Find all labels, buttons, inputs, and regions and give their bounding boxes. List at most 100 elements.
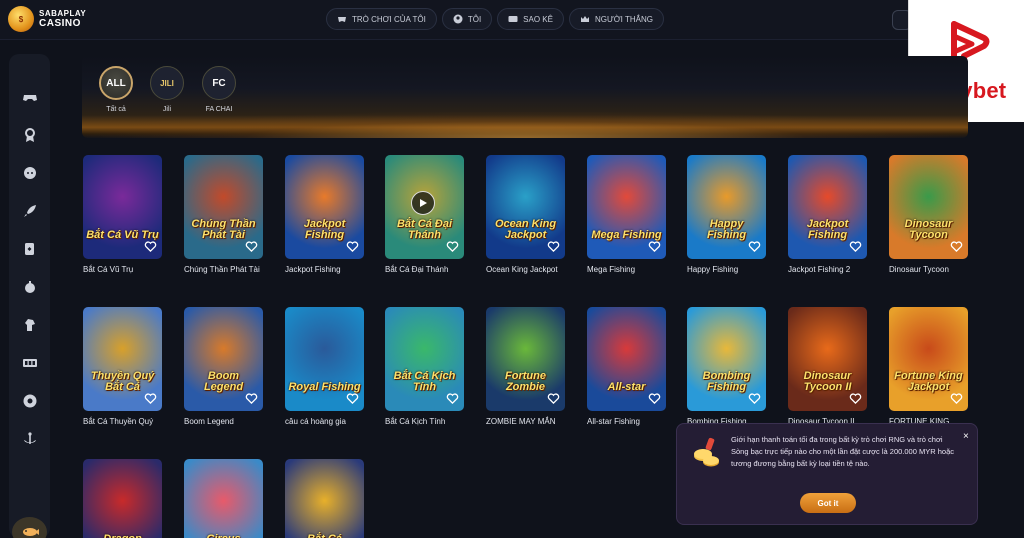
user-icon bbox=[453, 14, 463, 24]
nav-winners[interactable]: Người thắng bbox=[568, 8, 664, 30]
game-card[interactable]: Bắt Cá Kịch Tính bbox=[385, 307, 464, 411]
sidebar-item-racing[interactable] bbox=[9, 307, 50, 343]
game-thumbnail bbox=[184, 459, 263, 538]
game-card[interactable]: Jackpot Fishing bbox=[788, 155, 867, 259]
sidebar bbox=[9, 54, 50, 538]
rocket-icon bbox=[23, 205, 36, 217]
game-name[interactable]: Mega Fishing bbox=[587, 264, 683, 276]
game-art-title: Happy Fishing bbox=[706, 218, 747, 241]
cards-icon bbox=[24, 243, 34, 255]
game-name[interactable]: Jackpot Fishing bbox=[285, 264, 381, 276]
favorite-heart-icon[interactable] bbox=[648, 392, 661, 405]
game-card[interactable]: Bắt Cá Vũ Trụ bbox=[83, 155, 162, 259]
game-name[interactable]: Dinosaur Tycoon bbox=[889, 264, 985, 276]
favorite-heart-icon[interactable] bbox=[446, 240, 459, 253]
favorite-heart-icon[interactable] bbox=[950, 240, 963, 253]
favorite-heart-icon[interactable] bbox=[144, 392, 157, 405]
favorite-heart-icon[interactable] bbox=[245, 392, 258, 405]
favorite-heart-icon[interactable] bbox=[748, 392, 761, 405]
sidebar-item-lottery[interactable] bbox=[9, 383, 50, 419]
game-art-title: Bombing Fishing bbox=[702, 370, 751, 393]
favorite-heart-icon[interactable] bbox=[245, 240, 258, 253]
sidebar-item-cards[interactable] bbox=[9, 231, 50, 267]
game-card[interactable]: Ocean King Jackpot bbox=[486, 155, 565, 259]
game-card[interactable]: Circus bbox=[184, 459, 263, 538]
sidebar-item-mines[interactable] bbox=[9, 269, 50, 305]
game-art-title: Dinosaur Tycoon bbox=[904, 218, 953, 241]
filter-bar-glow bbox=[82, 112, 968, 138]
game-name[interactable]: All-star Fishing bbox=[587, 416, 683, 428]
horse-icon bbox=[24, 319, 35, 331]
game-card[interactable]: Chúng Thần Phát Tài bbox=[184, 155, 263, 259]
game-name[interactable]: Bắt Cá Vũ Trụ bbox=[83, 264, 179, 276]
game-card[interactable]: Dinosaur Tycoon II bbox=[788, 307, 867, 411]
gamepad-heart-icon bbox=[338, 17, 346, 22]
game-name[interactable]: Boom Legend bbox=[184, 416, 280, 428]
game-card[interactable]: Jackpot Fishing bbox=[285, 155, 364, 259]
nav-my-games[interactable]: Trò chơi của tôi bbox=[326, 8, 437, 30]
sidebar-item-fishing-all[interactable] bbox=[9, 421, 50, 457]
favorite-heart-icon[interactable] bbox=[144, 240, 157, 253]
game-card[interactable]: Fortune King Jackpot bbox=[889, 307, 968, 411]
favorite-heart-icon[interactable] bbox=[849, 240, 862, 253]
game-card[interactable]: Dinosaur Tycoon bbox=[889, 155, 968, 259]
favorite-heart-icon[interactable] bbox=[547, 392, 560, 405]
game-name[interactable]: Bắt Cá Kịch Tính bbox=[385, 416, 481, 428]
game-art-title: Thuyền Quý Bắt Cá bbox=[90, 370, 155, 393]
game-name[interactable]: Jackpot Fishing 2 bbox=[788, 264, 884, 276]
game-card[interactable]: Bombing Fishing bbox=[687, 307, 766, 411]
filter-all[interactable]: ALL Tất cả bbox=[96, 66, 136, 113]
sidebar-item-live[interactable] bbox=[9, 155, 50, 191]
sidebar-item-slots[interactable] bbox=[9, 345, 50, 381]
nav-me[interactable]: Tôi bbox=[441, 8, 493, 30]
game-card[interactable]: Happy Fishing bbox=[687, 155, 766, 259]
game-card[interactable]: Fortune Zombie bbox=[486, 307, 565, 411]
game-card[interactable]: Royal Fishing bbox=[285, 307, 364, 411]
favorite-heart-icon[interactable] bbox=[950, 392, 963, 405]
notice-close-button[interactable]: × bbox=[963, 432, 969, 442]
favorite-heart-icon[interactable] bbox=[346, 392, 359, 405]
game-art-title: Dragon bbox=[86, 534, 159, 538]
got-it-button[interactable]: Got it bbox=[800, 493, 856, 513]
favorite-heart-icon[interactable] bbox=[748, 240, 761, 253]
filter-jili-label: Jili bbox=[162, 106, 172, 113]
game-card[interactable]: All-star bbox=[587, 307, 666, 411]
favorite-heart-icon[interactable] bbox=[446, 392, 459, 405]
game-art-title: Fortune King Jackpot bbox=[894, 370, 963, 393]
favorite-heart-icon[interactable] bbox=[648, 240, 661, 253]
play-button[interactable] bbox=[411, 191, 435, 215]
favorite-heart-icon[interactable] bbox=[849, 392, 862, 405]
favorite-heart-icon[interactable] bbox=[547, 240, 560, 253]
game-card[interactable]: Bắt Cá bbox=[285, 459, 364, 538]
game-card[interactable]: Boom Legend bbox=[184, 307, 263, 411]
game-card[interactable]: Mega Fishing bbox=[587, 155, 666, 259]
filter-fa-chai[interactable]: FC FA CHAI bbox=[199, 66, 239, 113]
nav-statement[interactable]: Sao kê bbox=[497, 8, 564, 30]
filter-all-label: Tất cả bbox=[106, 106, 126, 113]
game-name[interactable]: Chúng Thần Phát Tài bbox=[184, 264, 280, 276]
game-name[interactable]: ZOMBIE MAY MẮN bbox=[486, 416, 582, 428]
game-art-title: Ocean King Jackpot bbox=[494, 218, 557, 241]
sidebar-item-crash[interactable] bbox=[9, 193, 50, 229]
game-name[interactable]: câu cá hoàng gia bbox=[285, 416, 381, 428]
sidebar-item-all-games[interactable] bbox=[9, 79, 50, 115]
filter-jili[interactable]: JILI Jili bbox=[147, 66, 187, 113]
top-bar: $ SABAPLAY CASINO Trò chơi của tôi Tôi S… bbox=[0, 0, 1024, 40]
game-art-title: Circus bbox=[187, 534, 260, 538]
favorite-heart-icon[interactable] bbox=[346, 240, 359, 253]
game-name[interactable]: Bắt Cá Thuyền Quý bbox=[83, 416, 179, 428]
game-art-title: Bắt Cá Đại Thánh bbox=[396, 218, 453, 241]
sidebar-item-featured[interactable] bbox=[9, 117, 50, 153]
game-name[interactable]: Happy Fishing bbox=[687, 264, 783, 276]
game-name[interactable]: Bắt Cá Đại Thánh bbox=[385, 264, 481, 276]
game-name[interactable]: Ocean King Jackpot bbox=[486, 264, 582, 276]
game-card[interactable]: Dragon bbox=[83, 459, 162, 538]
game-thumbnail bbox=[83, 459, 162, 538]
nav-my-games-label: Trò chơi của tôi bbox=[352, 14, 426, 24]
logo[interactable]: $ SABAPLAY CASINO bbox=[8, 6, 86, 32]
game-card[interactable]: Bắt Cá Đại Thánh bbox=[385, 155, 464, 259]
game-card[interactable]: Thuyền Quý Bắt Cá bbox=[83, 307, 162, 411]
ticket-icon bbox=[508, 16, 518, 22]
sidebar-item-fishing[interactable] bbox=[12, 517, 47, 538]
coins-icon bbox=[694, 437, 719, 467]
